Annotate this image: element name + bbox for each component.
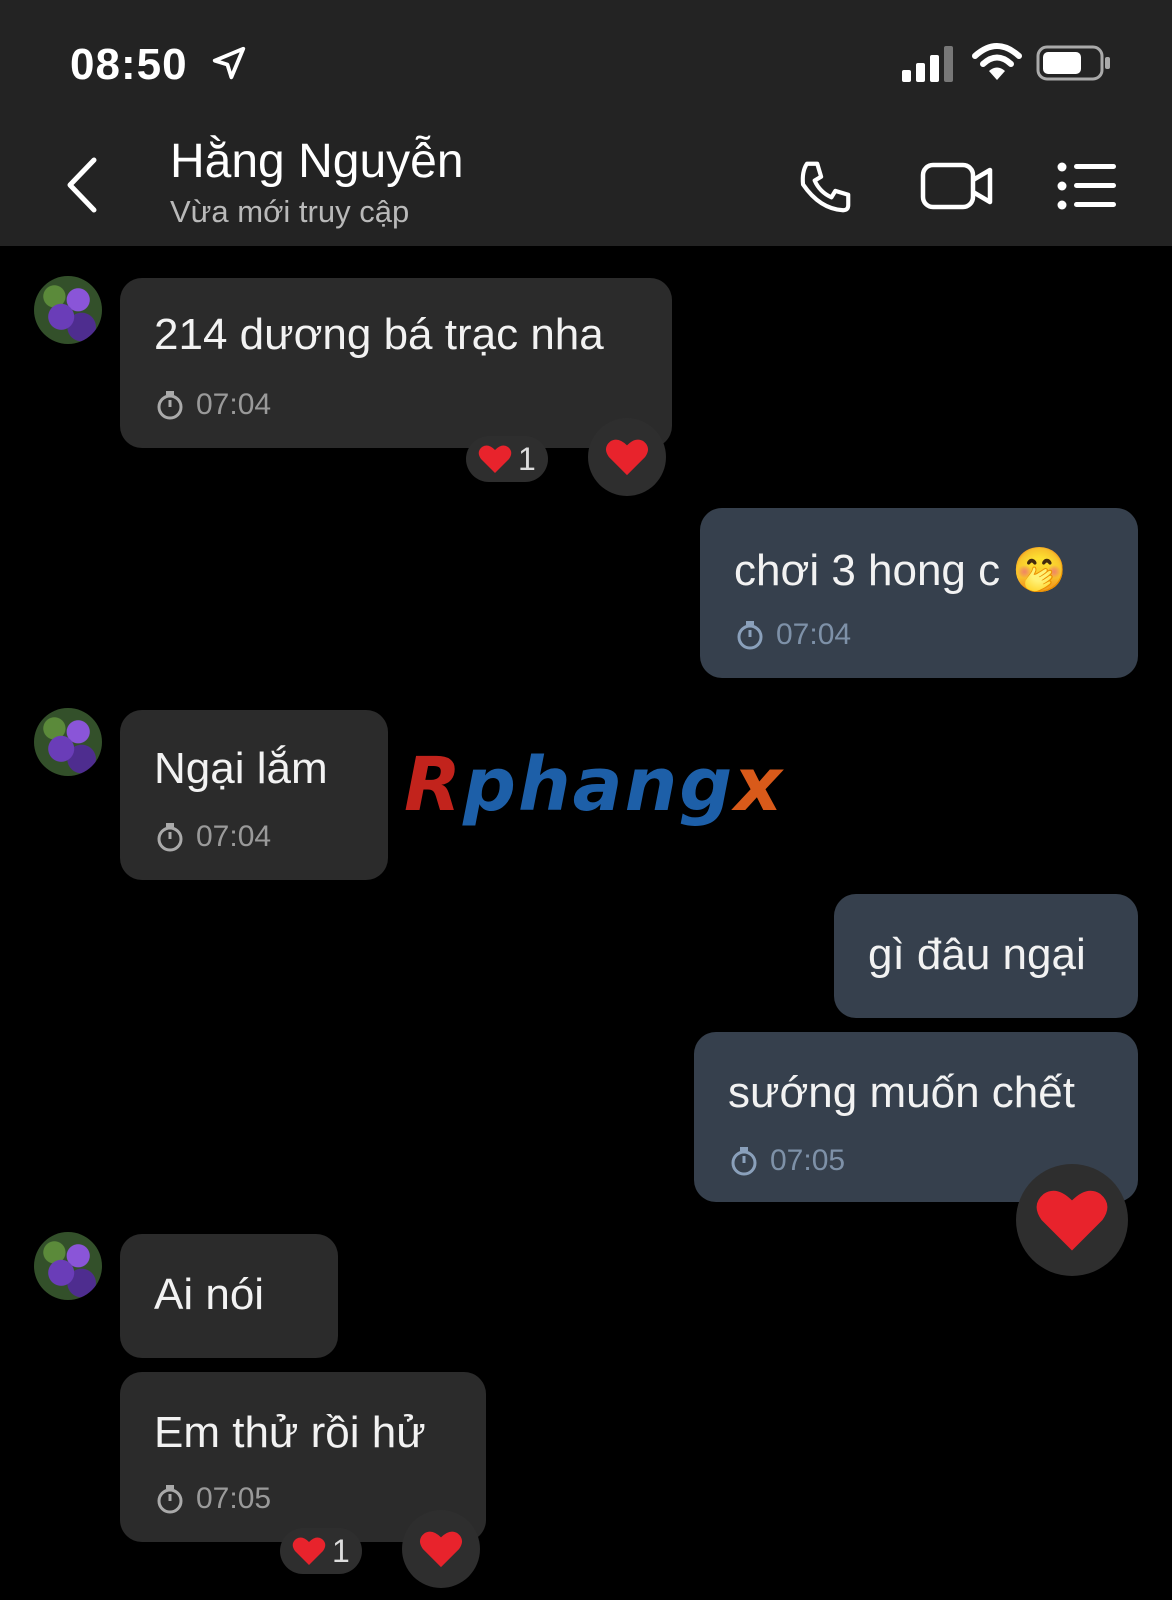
message-bubble-incoming[interactable]: Ai nói	[120, 1234, 338, 1358]
wifi-icon	[972, 43, 1022, 80]
back-button[interactable]	[58, 150, 106, 220]
timer-icon	[737, 621, 763, 650]
cellular-signal-icon	[902, 46, 953, 82]
heart-icon	[1036, 1190, 1108, 1251]
message-time: 07:04	[154, 388, 271, 422]
message-text: chơi 3 hong c 🤭	[734, 546, 1068, 595]
heart-reaction-button[interactable]	[588, 418, 666, 496]
contact-avatar[interactable]	[34, 708, 102, 776]
reaction-summary[interactable]: 1	[280, 1528, 362, 1574]
contact-name[interactable]: Hằng Nguyễn	[170, 134, 464, 189]
message-time-label: 07:04	[196, 388, 272, 421]
watermark-logo: Rphangx	[404, 742, 784, 828]
timer-icon	[157, 1485, 183, 1514]
message-bubble-outgoing[interactable]: gì đâu ngại	[834, 894, 1138, 1018]
heart-icon	[605, 439, 649, 476]
message-text: Ngại lắm	[154, 744, 328, 793]
status-time: 08:50	[70, 40, 188, 89]
timer-icon	[157, 823, 183, 852]
contact-avatar[interactable]	[34, 276, 102, 344]
phone-call-button[interactable]	[794, 156, 856, 218]
message-time: 07:04	[734, 618, 851, 652]
battery-icon	[1036, 45, 1110, 81]
message-time: 07:05	[154, 1482, 271, 1516]
heart-icon	[478, 445, 512, 473]
timer-icon	[157, 391, 183, 420]
contact-status: Vừa mới truy cập	[170, 194, 410, 229]
location-arrow-icon	[212, 46, 246, 80]
message-time: 07:05	[728, 1144, 845, 1178]
message-time-label: 07:04	[776, 618, 852, 651]
message-bubble-incoming[interactable]: Ngại lắm 07:04	[120, 710, 388, 880]
reaction-summary[interactable]: 1	[466, 436, 548, 482]
video-call-button[interactable]	[920, 160, 994, 212]
heart-icon	[292, 1537, 326, 1565]
message-bubble-incoming[interactable]: 214 dương bá trạc nha 07:04	[120, 278, 672, 448]
reaction-count: 1	[332, 1532, 350, 1569]
emoji: 🤭	[1012, 546, 1068, 595]
message-time-label: 07:05	[196, 1482, 272, 1515]
heart-icon	[419, 1531, 463, 1568]
chat-menu-button[interactable]	[1056, 160, 1118, 212]
message-text: 214 dương bá trạc nha	[154, 310, 604, 359]
timer-icon	[731, 1147, 757, 1176]
message-text: Em thử rồi hử	[154, 1408, 426, 1457]
chat-header: 08:50 Hằng Nguyễn Vừa mới truy cập	[0, 0, 1172, 246]
heart-reaction-button[interactable]	[402, 1510, 480, 1588]
message-time-label: 07:04	[196, 820, 272, 853]
message-text: Ai nói	[154, 1270, 265, 1319]
reaction-count: 1	[518, 440, 536, 477]
message-text: gì đâu ngại	[868, 930, 1086, 979]
contact-avatar[interactable]	[34, 1232, 102, 1300]
message-bubble-outgoing[interactable]: chơi 3 hong c 🤭 07:04	[700, 508, 1138, 678]
message-text: sướng muốn chết	[728, 1068, 1075, 1117]
heart-reaction-button[interactable]	[1016, 1164, 1128, 1276]
message-time-label: 07:05	[770, 1144, 846, 1177]
message-time: 07:04	[154, 820, 271, 854]
